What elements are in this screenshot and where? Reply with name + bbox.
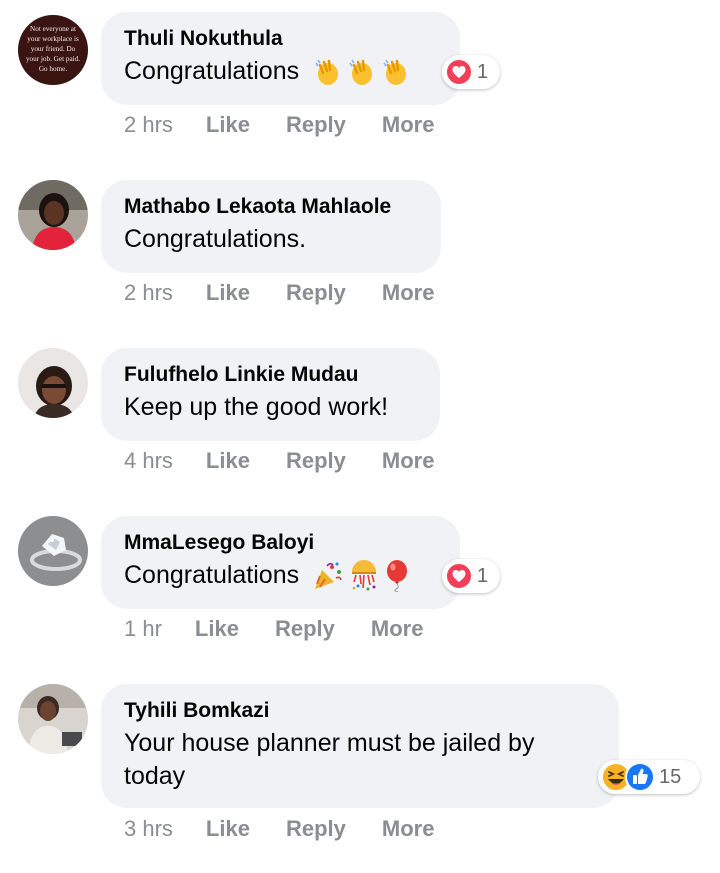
- like-button[interactable]: Like: [206, 448, 250, 474]
- emoji-group: [312, 57, 410, 87]
- more-button[interactable]: More: [382, 280, 435, 306]
- clapping-hands-icon: [383, 59, 407, 86]
- avatar-quote-line: your workplace is: [27, 35, 79, 43]
- comment-text: Congratulations: [124, 559, 438, 593]
- more-button[interactable]: More: [382, 816, 435, 842]
- avatar-quote-line: your job. Get paid.: [26, 55, 80, 63]
- avatar-quote-line: Go home.: [39, 65, 68, 73]
- party-popper-icon: [315, 562, 342, 590]
- comment-text-content: Congratulations: [124, 57, 300, 85]
- comment-actions: 1 hr Like Reply More: [124, 616, 459, 642]
- clapping-hands-icon: [315, 59, 339, 86]
- avatar[interactable]: [18, 684, 88, 754]
- comment-timestamp[interactable]: 3 hrs: [124, 816, 173, 842]
- like-button[interactable]: Like: [206, 816, 250, 842]
- comment-text-content: Congratulations: [124, 561, 300, 589]
- reply-button[interactable]: Reply: [286, 816, 346, 842]
- more-button[interactable]: More: [382, 112, 435, 138]
- reply-button[interactable]: Reply: [286, 112, 346, 138]
- reply-button[interactable]: Reply: [286, 280, 346, 306]
- comment-author[interactable]: MmaLesego Baloyi: [124, 530, 438, 556]
- comment-bubble: Thuli Nokuthula Congratulations: [101, 12, 460, 105]
- more-button[interactable]: More: [382, 448, 435, 474]
- avatar[interactable]: [18, 516, 88, 586]
- reaction-count: 1: [477, 60, 489, 83]
- comment-author[interactable]: Tyhili Bomkazi: [124, 698, 597, 724]
- comment-actions: 4 hrs Like Reply More: [124, 448, 470, 474]
- like-button[interactable]: Like: [206, 280, 250, 306]
- reply-button[interactable]: Reply: [286, 448, 346, 474]
- confetti-ball-icon: [352, 560, 377, 591]
- emoji-group: [312, 560, 410, 593]
- comment-bubble: Mathabo Lekaota Mahlaole Congratulations…: [101, 180, 441, 273]
- heart-icon: [445, 562, 473, 590]
- reaction-summary[interactable]: 1: [442, 55, 500, 89]
- comment-timestamp[interactable]: 1 hr: [124, 616, 162, 642]
- avatar[interactable]: Not everyone at your workplace is your f…: [18, 15, 88, 85]
- like-button[interactable]: Like: [195, 616, 239, 642]
- avatar-quote-line: Not everyone at: [30, 25, 76, 33]
- comment-text: Congratulations: [124, 55, 438, 88]
- reaction-icons: [445, 58, 473, 86]
- more-button[interactable]: More: [371, 616, 424, 642]
- comment-bubble: Tyhili Bomkazi Your house planner must b…: [101, 684, 619, 808]
- comment-actions: 2 hrs Like Reply More: [124, 280, 470, 306]
- comment-timestamp[interactable]: 2 hrs: [124, 112, 173, 138]
- clapping-hands-icon: [349, 59, 373, 86]
- reply-button[interactable]: Reply: [275, 616, 335, 642]
- like-icon: [625, 762, 655, 792]
- comment-bubble: Fulufhelo Linkie Mudau Keep up the good …: [101, 348, 440, 441]
- like-button[interactable]: Like: [206, 112, 250, 138]
- comment-author[interactable]: Thuli Nokuthula: [124, 26, 438, 52]
- comment-author[interactable]: Fulufhelo Linkie Mudau: [124, 362, 418, 388]
- avatar-quote-line: your friend. Do: [31, 45, 76, 53]
- comment-text: Congratulations.: [124, 225, 307, 253]
- comment-actions: 2 hrs Like Reply More: [124, 112, 470, 138]
- reaction-icons: [601, 762, 655, 792]
- comment-text: Your house planner must be jailed by tod…: [124, 729, 535, 790]
- comment-text: Keep up the good work!: [124, 393, 389, 421]
- comment-author[interactable]: Mathabo Lekaota Mahlaole: [124, 194, 419, 220]
- comment-timestamp[interactable]: 2 hrs: [124, 280, 173, 306]
- comment-actions: 3 hrs Like Reply More: [124, 816, 470, 842]
- comment-timestamp[interactable]: 4 hrs: [124, 448, 173, 474]
- heart-icon: [445, 58, 473, 86]
- reaction-icons: [445, 562, 473, 590]
- balloon-icon: [387, 560, 408, 593]
- reaction-summary[interactable]: 15: [598, 760, 700, 794]
- reaction-count: 15: [659, 765, 682, 788]
- comment-bubble: MmaLesego Baloyi Congratulations: [101, 516, 460, 609]
- avatar[interactable]: [18, 348, 88, 418]
- avatar[interactable]: [18, 180, 88, 250]
- reaction-count: 1: [477, 564, 489, 587]
- reaction-summary[interactable]: 1: [442, 559, 500, 593]
